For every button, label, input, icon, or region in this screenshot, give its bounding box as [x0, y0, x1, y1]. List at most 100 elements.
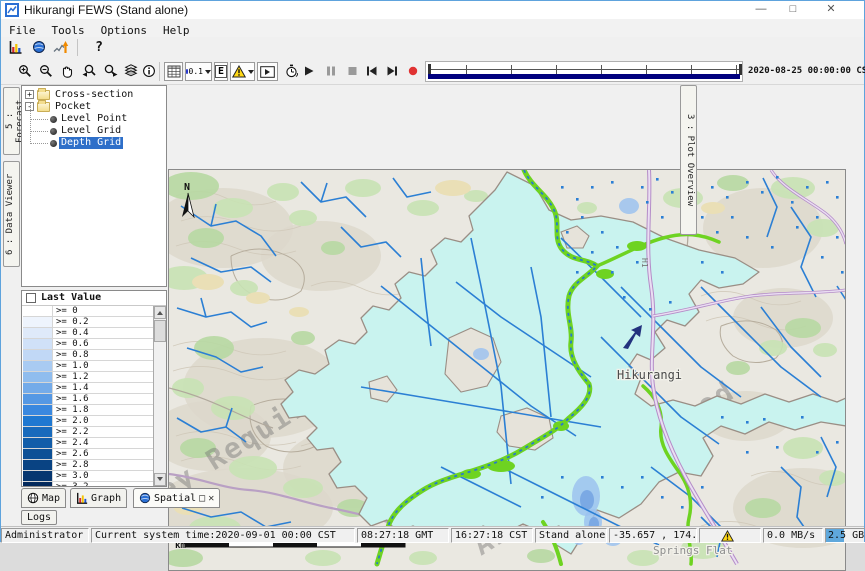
legend-row[interactable]: >= 2.8: [23, 460, 153, 471]
pause-icon: [325, 65, 337, 77]
legend-row[interactable]: >= 0.4: [23, 328, 153, 339]
toolbar-main: 0.1 E: [1, 58, 864, 85]
menu-tools[interactable]: Tools: [44, 22, 93, 37]
warnings-dropdown[interactable]: [230, 62, 255, 81]
timeseries-button[interactable]: [51, 37, 71, 57]
grid-precision-dropdown[interactable]: 0.1: [185, 62, 212, 81]
status-local-time: 16:27:18 CST: [451, 528, 533, 543]
close-button[interactable]: ✕: [816, 1, 846, 18]
legend-row[interactable]: >= 2.6: [23, 449, 153, 460]
zoom-out-icon: [39, 64, 53, 78]
scroll-up-button[interactable]: [154, 306, 166, 319]
slider-tick: [646, 65, 647, 74]
app-icon: [5, 3, 19, 17]
logs-row: Logs: [1, 509, 864, 526]
legend-label: >= 2.2: [53, 427, 153, 437]
record-button[interactable]: [403, 61, 423, 81]
help-button[interactable]: ?: [89, 37, 109, 57]
ruler-button[interactable]: E: [214, 62, 228, 81]
zoom-previous-button[interactable]: [79, 61, 99, 81]
tab-spatial[interactable]: Spatial□✕: [133, 488, 220, 508]
slider-track: [429, 69, 739, 70]
legend-row[interactable]: >= 1.2: [23, 372, 153, 383]
legend-list: >= 0>= 0.2>= 0.4>= 0.6>= 0.8>= 1.0>= 1.2…: [23, 306, 153, 486]
zoom-next-button[interactable]: [100, 61, 120, 81]
legend-swatch: [23, 482, 53, 486]
node-icon: [50, 128, 57, 135]
tree-connector: [30, 103, 31, 142]
legend-row[interactable]: >= 1.4: [23, 383, 153, 394]
legend-row[interactable]: >= 0.2: [23, 317, 153, 328]
legend-row[interactable]: >= 2.4: [23, 438, 153, 449]
explorer-button[interactable]: [5, 37, 25, 57]
menu-options[interactable]: Options: [93, 22, 155, 37]
zoom-in-button[interactable]: [15, 61, 35, 81]
legend-row[interactable]: >= 0: [23, 306, 153, 317]
legend-row[interactable]: >= 3.0: [23, 471, 153, 482]
sidebar-tab-forecast[interactable]: 5 : Forecast: [3, 87, 20, 155]
zoom-out-button[interactable]: [36, 61, 56, 81]
slider-tick: [556, 65, 557, 74]
legend-row[interactable]: >= 0.6: [23, 339, 153, 350]
tab-graph[interactable]: Graph: [70, 488, 127, 508]
record-icon: [407, 65, 419, 77]
status-gmt-time: 08:27:18 GMT: [357, 528, 449, 543]
legend-row[interactable]: >= 2.2: [23, 427, 153, 438]
tree-item-level-grid[interactable]: Level Grid: [22, 125, 166, 137]
stop-button[interactable]: [342, 61, 362, 81]
tree-expander[interactable]: +: [25, 90, 34, 99]
info-icon: [142, 64, 156, 78]
arrow-up-icon: [157, 308, 163, 315]
legend-label: >= 1.6: [53, 394, 153, 404]
status-mode: Stand alone: [535, 528, 607, 543]
skip-end-icon: [386, 65, 399, 77]
layers-button[interactable]: [121, 61, 141, 81]
legend-title: Last Value: [41, 292, 101, 303]
tree-item-pocket[interactable]: -Pocket: [22, 101, 166, 113]
time-slider[interactable]: [425, 61, 743, 82]
sidebar-tab-plot-overview[interactable]: 3 : Plot Overview: [680, 85, 697, 235]
arrow-down-icon: [157, 477, 163, 484]
scroll-down-button[interactable]: [154, 473, 166, 486]
minimize-button[interactable]: —: [746, 1, 776, 18]
tree-item-label: Cross-section: [53, 89, 135, 101]
legend-row[interactable]: >= 1.6: [23, 394, 153, 405]
play-button[interactable]: [299, 61, 319, 81]
tree-item-depth-grid[interactable]: Depth Grid: [22, 137, 166, 149]
map-display-button[interactable]: [29, 37, 49, 57]
logs-button[interactable]: Logs: [21, 510, 57, 525]
set-time-button[interactable]: [281, 61, 301, 81]
legend-row[interactable]: >= 1.0: [23, 361, 153, 372]
tab-maximize-icon[interactable]: □: [199, 493, 205, 504]
grid-display-button[interactable]: [164, 62, 183, 81]
tab-close-icon[interactable]: ✕: [208, 493, 214, 504]
menu-file[interactable]: File: [1, 22, 44, 37]
sidebar-tab-data-viewer[interactable]: 6 : Data Viewer: [3, 161, 20, 267]
stopwatch-icon: [284, 64, 299, 79]
menu-help[interactable]: Help: [155, 22, 198, 37]
tab-map[interactable]: Map: [21, 488, 66, 508]
bar-chart-icon: [76, 492, 88, 504]
pan-button[interactable]: [57, 61, 77, 81]
legend-scrollbar[interactable]: [153, 306, 166, 486]
slider-tick: [691, 65, 692, 74]
legend-swatch: [23, 361, 53, 371]
info-button[interactable]: [139, 61, 159, 81]
legend-swatch: [23, 394, 53, 404]
tree-item-level-point[interactable]: Level Point: [22, 113, 166, 125]
toolbar-separator: [159, 62, 160, 81]
status-coordinates: -35.657 , 174.199: [609, 528, 697, 543]
legend-row[interactable]: >= 3.2: [23, 482, 153, 486]
skip-start-button[interactable]: [361, 61, 381, 81]
scroll-thumb[interactable]: [154, 320, 166, 342]
legend-row[interactable]: >= 2.0: [23, 416, 153, 427]
legend-row[interactable]: >= 0.8: [23, 350, 153, 361]
legend-row[interactable]: >= 1.8: [23, 405, 153, 416]
animation-button[interactable]: [257, 62, 278, 81]
skip-end-button[interactable]: [382, 61, 402, 81]
pause-button[interactable]: [321, 61, 341, 81]
hand-icon: [60, 64, 74, 78]
last-value-checkbox[interactable]: [26, 293, 36, 303]
maximize-button[interactable]: □: [778, 1, 808, 18]
status-warning[interactable]: [699, 528, 761, 543]
